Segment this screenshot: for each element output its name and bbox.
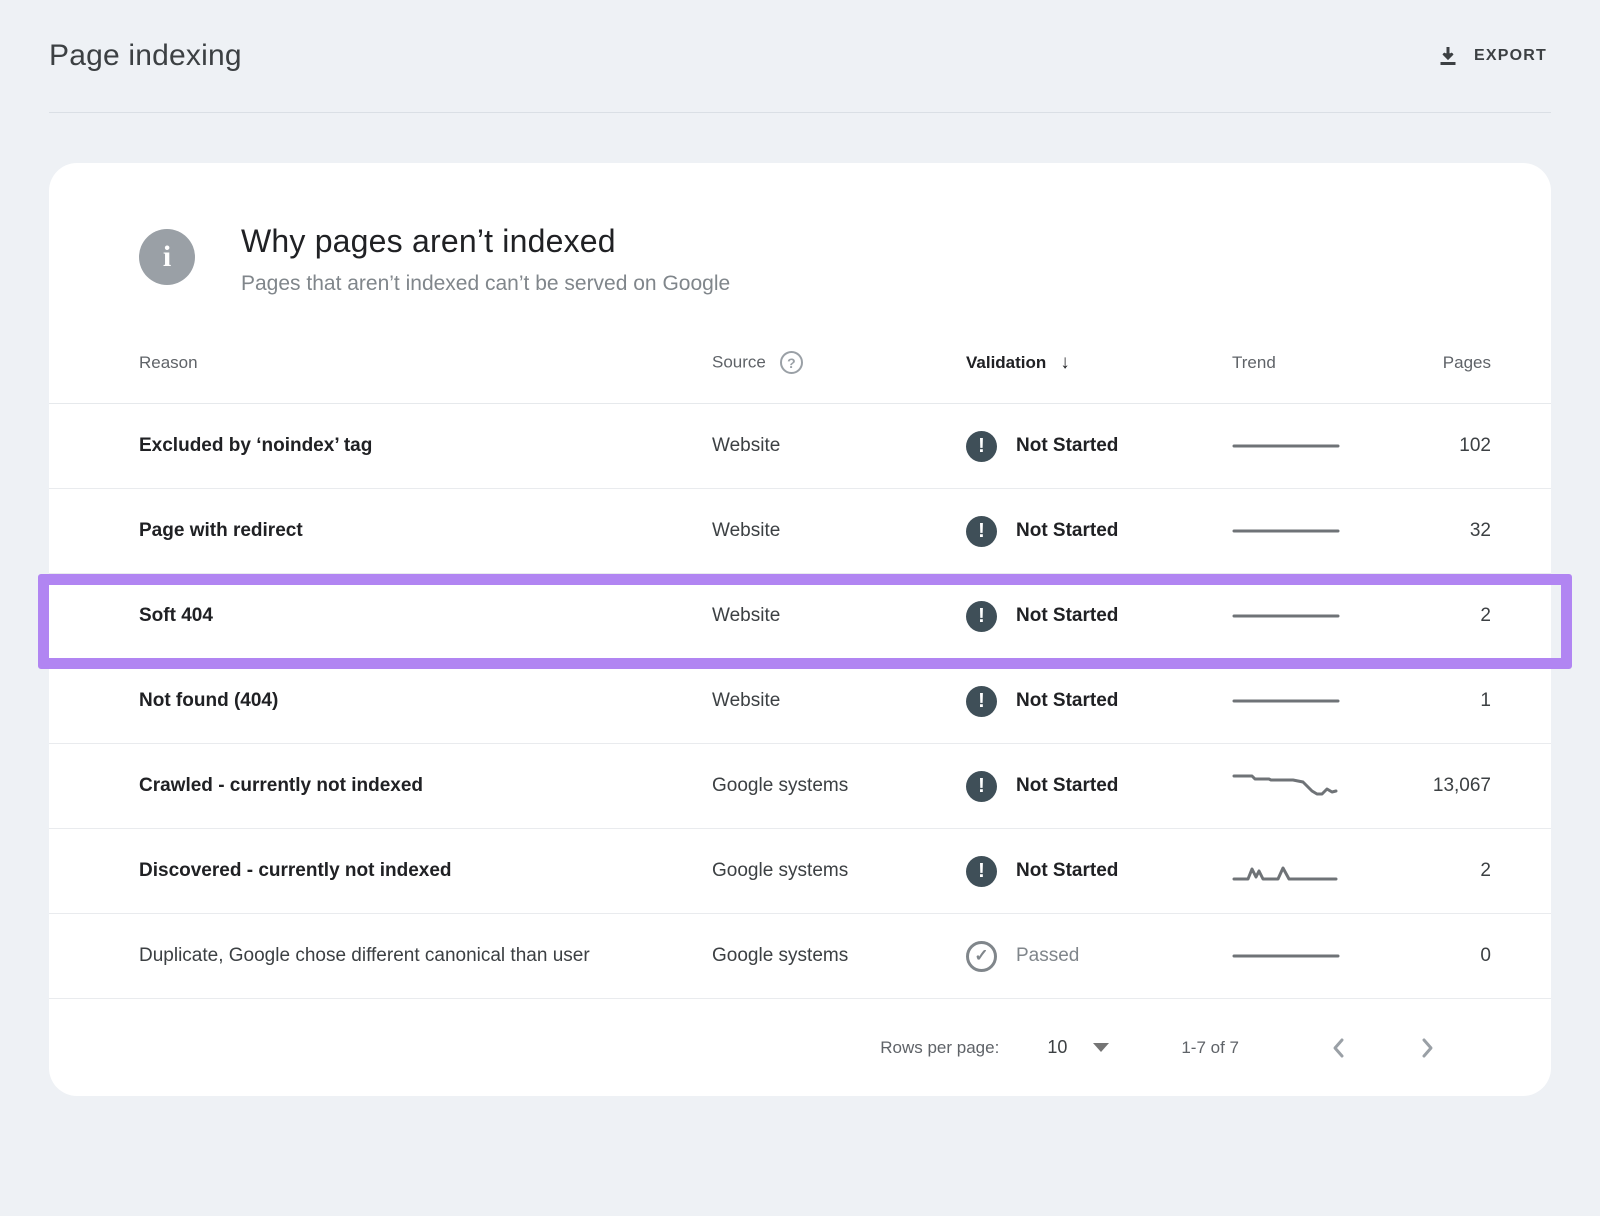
reason-cell: Crawled - currently not indexed	[139, 769, 639, 802]
reason-cell: Duplicate, Google chose different canoni…	[139, 939, 639, 972]
source-cell: Google systems	[712, 775, 848, 796]
validation-status-label: Not Started	[1016, 690, 1118, 712]
column-header-reason[interactable]: Reason	[139, 353, 712, 373]
reason-cell: Not found (404)	[139, 684, 639, 717]
table-pagination: Rows per page: 10 1-7 of 7	[49, 999, 1551, 1096]
pages-count: 13,067	[1433, 775, 1491, 796]
table-row[interactable]: Discovered - currently not indexed Googl…	[49, 829, 1551, 914]
sort-descending-icon: ↓	[1060, 352, 1070, 374]
validation-cell: ! Not Started	[966, 601, 1232, 632]
trend-sparkline	[1232, 939, 1342, 973]
pages-count: 1	[1480, 690, 1491, 711]
column-header-trend[interactable]: Trend	[1232, 353, 1392, 373]
column-header-validation[interactable]: Validation ↓	[966, 352, 1232, 374]
table-body: Excluded by ‘noindex’ tag Website ! Not …	[49, 404, 1551, 999]
trend-sparkline	[1232, 514, 1342, 548]
validation-status-label: Not Started	[1016, 775, 1118, 797]
reason-cell: Excluded by ‘noindex’ tag	[139, 429, 639, 462]
validation-status-label: Not Started	[1016, 520, 1118, 542]
rows-per-page-label: Rows per page:	[880, 1038, 999, 1058]
validation-status-icon: ✓	[966, 941, 997, 972]
source-cell: Website	[712, 520, 780, 541]
source-cell: Website	[712, 605, 780, 626]
pages-count: 2	[1480, 605, 1491, 626]
card-title: Why pages aren’t indexed	[241, 223, 730, 260]
table-row[interactable]: Excluded by ‘noindex’ tag Website ! Not …	[49, 404, 1551, 489]
validation-status-icon: !	[966, 686, 997, 717]
validation-status-label: Not Started	[1016, 435, 1118, 457]
validation-status-icon: !	[966, 601, 997, 632]
validation-cell: ✓ Passed	[966, 941, 1232, 972]
pagination-range: 1-7 of 7	[1181, 1038, 1239, 1058]
reason-cell: Discovered - currently not indexed	[139, 854, 639, 887]
table-row[interactable]: Not found (404) Website ! Not Started 1	[49, 659, 1551, 744]
validation-cell: ! Not Started	[966, 686, 1232, 717]
export-label: EXPORT	[1474, 47, 1547, 65]
chevron-right-icon	[1417, 1036, 1437, 1060]
trend-sparkline	[1232, 769, 1342, 803]
page-title: Page indexing	[49, 39, 242, 73]
card-header: i Why pages aren’t indexed Pages that ar…	[49, 163, 1551, 322]
table-row[interactable]: Duplicate, Google chose different canoni…	[49, 914, 1551, 999]
validation-cell: ! Not Started	[966, 431, 1232, 462]
table-row[interactable]: Crawled - currently not indexed Google s…	[49, 744, 1551, 829]
pages-count: 2	[1480, 860, 1491, 881]
topbar: Page indexing EXPORT	[49, 0, 1551, 113]
help-icon[interactable]: ?	[780, 351, 803, 374]
source-cell: Website	[712, 690, 780, 711]
trend-sparkline	[1232, 429, 1342, 463]
column-header-source[interactable]: Source?	[712, 351, 966, 374]
rows-per-page-select[interactable]: 10	[1047, 1037, 1109, 1058]
reason-cell: Soft 404	[139, 599, 639, 632]
validation-status-label: Passed	[1016, 945, 1079, 967]
validation-status-icon: !	[966, 771, 997, 802]
previous-page-button[interactable]	[1323, 1030, 1355, 1066]
next-page-button[interactable]	[1411, 1030, 1443, 1066]
validation-status-label: Not Started	[1016, 605, 1118, 627]
trend-sparkline	[1232, 854, 1342, 888]
pages-count: 102	[1459, 435, 1491, 456]
validation-cell: ! Not Started	[966, 516, 1232, 547]
source-cell: Google systems	[712, 860, 848, 881]
dropdown-arrow-icon	[1093, 1043, 1109, 1052]
validation-status-label: Not Started	[1016, 860, 1118, 882]
trend-sparkline	[1232, 599, 1342, 633]
source-cell: Google systems	[712, 945, 848, 966]
table-row[interactable]: Page with redirect Website ! Not Started…	[49, 489, 1551, 574]
validation-cell: ! Not Started	[966, 856, 1232, 887]
validation-status-icon: !	[966, 431, 997, 462]
table-row-highlighted[interactable]: Soft 404 Website ! Not Started 2	[49, 574, 1551, 659]
info-icon: i	[139, 229, 195, 285]
reason-cell: Page with redirect	[139, 514, 639, 547]
rows-per-page-value: 10	[1047, 1037, 1067, 1058]
export-button[interactable]: EXPORT	[1433, 37, 1551, 75]
filter-button[interactable]	[1451, 249, 1495, 261]
chevron-left-icon	[1329, 1036, 1349, 1060]
trend-sparkline	[1232, 684, 1342, 718]
why-pages-not-indexed-card: i Why pages aren’t indexed Pages that ar…	[49, 163, 1551, 1096]
source-cell: Website	[712, 435, 780, 456]
validation-status-icon: !	[966, 856, 997, 887]
table-header-row: Reason Source? Validation ↓ Trend Pages	[49, 322, 1551, 404]
pages-count: 0	[1480, 945, 1491, 966]
pages-count: 32	[1470, 520, 1491, 541]
validation-cell: ! Not Started	[966, 771, 1232, 802]
validation-status-icon: !	[966, 516, 997, 547]
column-header-pages[interactable]: Pages	[1392, 353, 1491, 373]
card-subtitle: Pages that aren’t indexed can’t be serve…	[241, 272, 730, 296]
download-icon	[1437, 45, 1459, 67]
